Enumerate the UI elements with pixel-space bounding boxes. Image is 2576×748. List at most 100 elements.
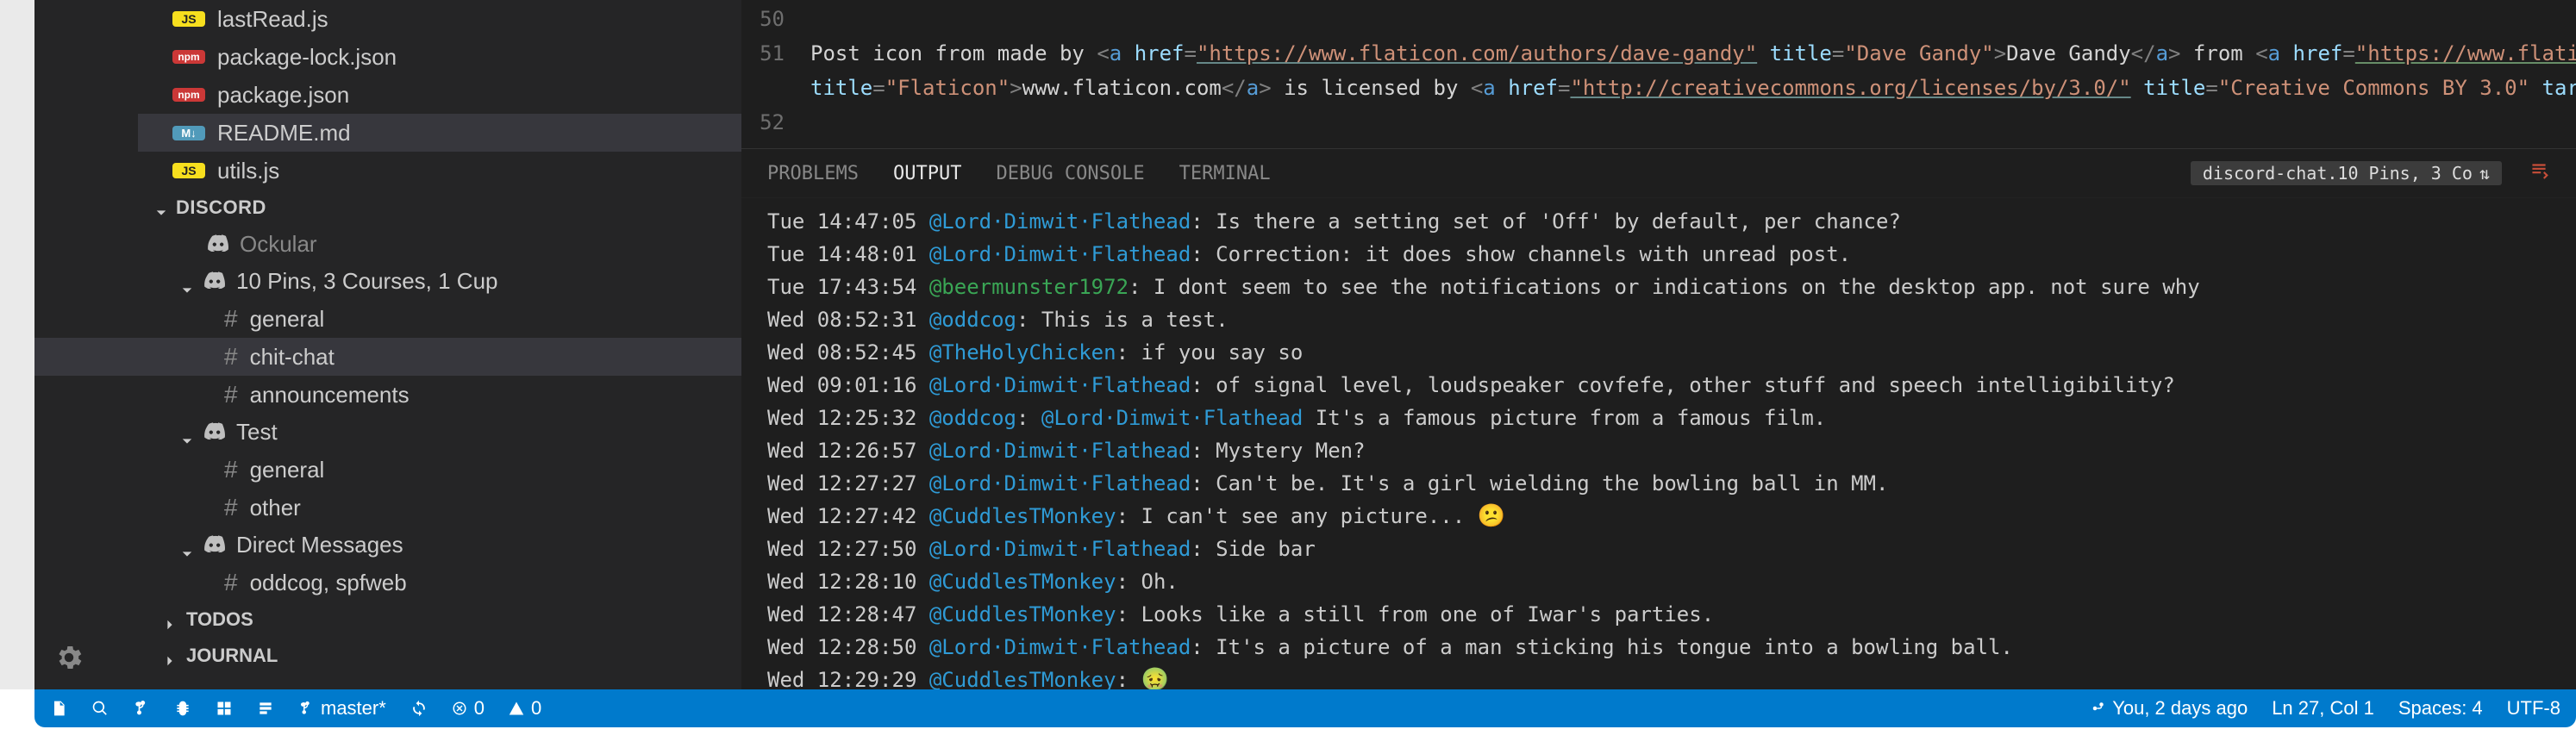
editor-area: 50 51 52 Post icon from made by <a href=… xyxy=(741,0,2576,689)
discord-server-10pins[interactable]: 10 Pins, 3 Courses, 1 Cup xyxy=(34,263,741,300)
hash-icon: # xyxy=(224,381,238,408)
file-label: lastRead.js xyxy=(217,6,328,33)
chat-message: Wed 12:29:29 @CuddlesTMonkey: 🤢 xyxy=(767,664,2550,689)
status-search-icon[interactable] xyxy=(91,700,109,717)
chat-message: Wed 08:52:31 @oddcog: This is a test. xyxy=(767,303,2550,336)
status-encoding[interactable]: UTF-8 xyxy=(2507,697,2560,720)
open-editors-or-files: JS lastRead.js npm package-lock.json npm… xyxy=(34,0,741,190)
discord-section-head[interactable]: DISCORD xyxy=(34,190,741,226)
section-label: JOURNAL xyxy=(186,645,278,667)
discord-icon xyxy=(207,231,229,258)
chat-message: Tue 14:47:05 @Lord·Dimwit·Flathead: Is t… xyxy=(767,205,2550,238)
file-readme[interactable]: M↓ README.md xyxy=(138,114,741,152)
chat-message: Wed 08:52:45 @TheHolyChicken: if you say… xyxy=(767,336,2550,369)
vscode-window: JS lastRead.js npm package-lock.json npm… xyxy=(34,0,2576,689)
code-editor[interactable]: 50 51 52 Post icon from made by <a href=… xyxy=(741,0,2576,149)
section-label: TODOS xyxy=(186,608,253,631)
line-gutter: 50 51 52 xyxy=(759,2,810,140)
discord-server-test[interactable]: Test xyxy=(34,414,741,451)
chevron-right-icon xyxy=(164,614,176,626)
status-errors[interactable]: 0 xyxy=(452,697,485,720)
chevron-down-icon xyxy=(181,276,193,288)
server-label: Ockular xyxy=(240,231,317,258)
hash-icon: # xyxy=(224,305,238,333)
markdown-icon: M↓ xyxy=(172,126,205,140)
gear-icon[interactable] xyxy=(53,642,84,679)
hash-icon: # xyxy=(224,343,238,371)
status-cursor-pos[interactable]: Ln 27, Col 1 xyxy=(2272,697,2374,720)
activity-bar-bottom xyxy=(34,642,103,679)
channel-test-general[interactable]: # general xyxy=(34,451,741,489)
chat-message: Wed 12:28:50 @Lord·Dimwit·Flathead: It's… xyxy=(767,631,2550,664)
discord-icon xyxy=(203,268,226,295)
updown-icon: ⇅ xyxy=(2479,163,2490,184)
channel-label: oddcog, spfweb xyxy=(250,570,407,596)
output-selector-label: discord-chat.10 Pins, 3 Co xyxy=(2203,163,2473,184)
channel-general[interactable]: # general xyxy=(34,300,741,338)
tab-problems[interactable]: PROBLEMS xyxy=(767,163,859,184)
channel-label: chit-chat xyxy=(250,344,335,371)
server-label: 10 Pins, 3 Courses, 1 Cup xyxy=(236,268,498,295)
chat-message: Tue 17:43:54 @beermunster1972: I dont se… xyxy=(767,271,2550,303)
status-sync-icon[interactable] xyxy=(410,700,428,717)
status-gitlens-blame[interactable]: You, 2 days ago xyxy=(2090,697,2248,720)
status-warnings[interactable]: 0 xyxy=(509,697,541,720)
status-todo-icon[interactable] xyxy=(257,700,274,717)
todos-section[interactable]: TODOS xyxy=(34,602,741,638)
file-label: package-lock.json xyxy=(217,44,397,71)
channel-announcements[interactable]: # announcements xyxy=(34,376,741,414)
chat-message: Wed 12:27:50 @Lord·Dimwit·Flathead: Side… xyxy=(767,533,2550,565)
error-count: 0 xyxy=(474,697,485,720)
file-package-json[interactable]: npm package.json xyxy=(138,76,741,114)
server-label: Test xyxy=(236,419,278,446)
status-source-control-icon[interactable] xyxy=(133,700,150,717)
discord-server-ockular[interactable]: Ockular xyxy=(34,226,741,263)
hash-icon: # xyxy=(224,569,238,596)
npm-icon: npm xyxy=(172,50,205,64)
tab-output[interactable]: OUTPUT xyxy=(893,163,961,184)
channel-chit-chat[interactable]: # chit-chat xyxy=(34,338,741,376)
chat-message: Wed 12:28:10 @CuddlesTMonkey: Oh. xyxy=(767,565,2550,598)
chevron-down-icon xyxy=(155,202,167,214)
sidebar: JS lastRead.js npm package-lock.json npm… xyxy=(34,0,741,689)
discord-dm-head[interactable]: Direct Messages xyxy=(34,527,741,564)
discord-icon xyxy=(203,419,226,446)
status-bar: master* 0 0 You, 2 days ago Ln 27, Col 1… xyxy=(34,689,2576,727)
tab-debug-console[interactable]: DEBUG CONSOLE xyxy=(996,163,1144,184)
chat-message: Tue 14:48:01 @Lord·Dimwit·Flathead: Corr… xyxy=(767,238,2550,271)
dm-label: Direct Messages xyxy=(236,532,403,558)
output-channel-selector[interactable]: discord-chat.10 Pins, 3 Co ⇅ xyxy=(2191,161,2502,185)
code-lines: Post icon from made by <a href="https://… xyxy=(810,2,2559,140)
file-utils[interactable]: JS utils.js xyxy=(138,152,741,190)
panel-tabbar: PROBLEMS OUTPUT DEBUG CONSOLE TERMINAL d… xyxy=(741,149,2576,198)
tab-terminal[interactable]: TERMINAL xyxy=(1179,163,1271,184)
channel-label: announcements xyxy=(250,382,410,408)
file-label: utils.js xyxy=(217,158,279,184)
channel-test-other[interactable]: # other xyxy=(34,489,741,527)
chat-message: Wed 09:01:16 @Lord·Dimwit·Flathead: of s… xyxy=(767,369,2550,402)
dm-oddcog-spfweb[interactable]: # oddcog, spfweb xyxy=(34,564,741,602)
status-spaces[interactable]: Spaces: 4 xyxy=(2398,697,2483,720)
section-label: DISCORD xyxy=(176,196,266,219)
channel-label: other xyxy=(250,495,301,521)
channel-label: general xyxy=(250,306,325,333)
chat-message: Wed 12:27:42 @CuddlesTMonkey: I can't se… xyxy=(767,500,2550,533)
file-lastread[interactable]: JS lastRead.js xyxy=(138,0,741,38)
hash-icon: # xyxy=(224,456,238,483)
output-panel-content[interactable]: Tue 14:47:05 @Lord·Dimwit·Flathead: Is t… xyxy=(741,198,2576,689)
chevron-down-icon xyxy=(181,539,193,552)
clear-output-icon[interactable] xyxy=(2528,159,2550,187)
status-debug-icon[interactable] xyxy=(174,700,191,717)
chat-message: Wed 12:25:32 @oddcog: @Lord·Dimwit·Flath… xyxy=(767,402,2550,434)
file-label: package.json xyxy=(217,82,349,109)
status-extensions-icon[interactable] xyxy=(216,700,233,717)
status-file-icon[interactable] xyxy=(50,700,67,717)
journal-section[interactable]: JOURNAL xyxy=(34,638,741,674)
js-icon: JS xyxy=(172,163,205,178)
chat-message: Wed 12:28:47 @CuddlesTMonkey: Looks like… xyxy=(767,598,2550,631)
file-label: README.md xyxy=(217,120,351,146)
status-git-branch[interactable]: master* xyxy=(298,697,386,720)
discord-icon xyxy=(203,532,226,558)
file-package-lock[interactable]: npm package-lock.json xyxy=(138,38,741,76)
blame-text: You, 2 days ago xyxy=(2112,697,2248,720)
